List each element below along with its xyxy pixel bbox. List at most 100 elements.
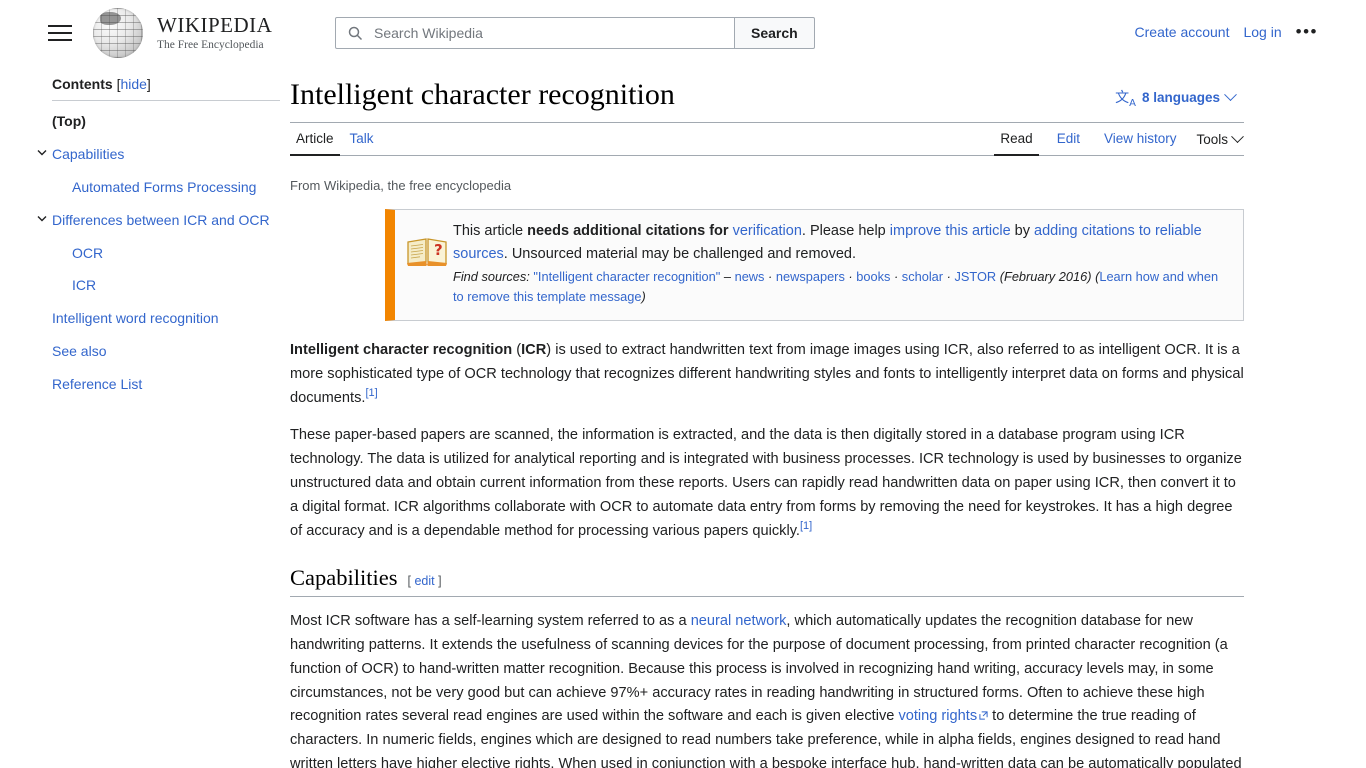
wikipedia-globe-icon [93,8,143,58]
separator: · [946,268,951,284]
source-scholar-link[interactable]: scholar [902,269,943,284]
language-count-label: 8 languages [1141,90,1220,106]
toc-item-automated-forms-processing[interactable]: Automated Forms Processing [52,171,280,204]
verification-link[interactable]: verification [733,223,802,239]
open-book-question-icon: ? [401,220,453,268]
tab-talk[interactable]: Talk [344,125,380,156]
chevron-down-icon[interactable] [36,146,48,158]
source-newspapers-link[interactable]: newspapers [776,269,845,284]
more-options-icon[interactable]: ••• [1296,23,1318,40]
toc-item-label[interactable]: Capabilities [52,146,124,162]
toc-item-label[interactable]: ICR [72,277,96,293]
voting-rights-link[interactable]: voting rights [898,708,977,724]
article-body: Intelligent character recognition (ICR) … [290,339,1244,768]
neural-network-link[interactable]: neural network [691,613,787,629]
toc-item-top[interactable]: (Top) [52,105,280,138]
translate-icon: 文A [1115,90,1136,109]
citation-notice-box: ? This article needs additional citation… [385,208,1244,322]
section-title: Capabilities [290,565,398,591]
section-heading-capabilities: Capabilities [ edit ] [290,565,1244,598]
separator: · [848,268,853,284]
notice-seg-3: by [1010,222,1035,239]
section-edit-link[interactable]: edit [414,574,434,588]
improve-article-link[interactable]: improve this article [890,223,1011,239]
source-news-link[interactable]: news [735,269,765,284]
separator: · [893,268,899,284]
chevron-down-icon [1231,130,1244,143]
toc-item-label[interactable]: Intelligent word recognition [52,310,219,326]
citation-notice-main: This article needs additional citations … [453,220,1231,266]
toc-bracket-close: ] [146,76,151,92]
cap-seg-1: Most ICR software has a self-learning sy… [290,613,691,630]
toc-item-label[interactable]: Automated Forms Processing [72,179,256,195]
toc-hide-link[interactable]: hide [120,76,146,92]
toc-hide-wrapper: [hide] [117,76,151,92]
site-header: Wikipedia The Free Encyclopedia Search C… [0,0,1366,66]
article-tabs-row: Article Talk Read Edit View history Tool… [290,123,1244,156]
page-body: Contents [hide] (Top) Capabilities Autom… [0,66,1366,768]
user-links: Create account Log in ••• [1135,23,1318,40]
toc-item-icr[interactable]: ICR [52,269,280,302]
notice-date: (February 2016) [999,268,1092,284]
toc-item-intelligent-word-recognition[interactable]: Intelligent word recognition [52,302,280,335]
paragraph-two: These paper-based papers are scanned, th… [290,424,1244,543]
notice-bold: needs additional citations for [527,222,733,239]
main-menu-button[interactable] [48,19,76,47]
toc-item-capabilities[interactable]: Capabilities [37,138,280,171]
reference-link[interactable]: [1] [365,387,377,399]
language-selector-button[interactable]: 文A 8 languages [1106,80,1244,116]
source-jstor-link[interactable]: JSTOR [954,269,996,284]
tab-read[interactable]: Read [994,125,1039,156]
source-books-link[interactable]: books [856,269,890,284]
reference-link[interactable]: [1] [800,520,812,532]
log-in-link[interactable]: Log in [1243,24,1281,40]
notice-seg-2: . Please help [801,222,890,239]
edit-bracket-close: ] [438,574,442,589]
tab-view-history[interactable]: View history [1098,125,1183,156]
search-bar: Search [335,17,815,49]
toc-heading: Contents [hide] [52,76,280,101]
toc-item-reference-list[interactable]: Reference List [52,368,280,401]
search-button[interactable]: Search [735,17,815,49]
table-of-contents: Contents [hide] (Top) Capabilities Autom… [0,76,290,768]
external-link-icon [979,705,988,721]
reference-marker[interactable]: [1] [800,520,812,532]
toc-item-differences-between-icr-and-ocr[interactable]: Differences between ICR and OCR [37,204,280,237]
tools-menu-button[interactable]: Tools [1194,126,1244,155]
wordmark-tagline: The Free Encyclopedia [157,38,264,51]
paragraph-two-text: These paper-based papers are scanned, th… [290,427,1242,539]
notice-seg-4: . Unsourced material may be challenged a… [503,245,857,262]
notice-seg-1: This article [453,222,528,239]
search-input[interactable] [372,24,722,42]
toc-item-label[interactable]: See also [52,343,106,359]
abbrev-open: ( [512,342,522,359]
hamburger-bar [48,39,72,41]
toc-item-see-also[interactable]: See also [52,335,280,368]
citation-notice-text: This article needs additional citations … [453,220,1231,308]
learn-paren-close: ) [641,289,646,305]
toc-item-label[interactable]: OCR [72,245,103,261]
wikipedia-logo-link[interactable]: Wikipedia The Free Encyclopedia [93,8,272,58]
paragraph-capabilities: Most ICR software has a self-learning sy… [290,610,1244,768]
source-query-link[interactable]: "Intelligent character recognition" [533,269,720,284]
chevron-down-icon[interactable] [36,212,48,224]
toc-item-ocr[interactable]: OCR [52,237,280,270]
article-content: Intelligent character recognition 文A 8 l… [290,76,1300,768]
namespace-tabs: Article Talk [290,125,380,156]
hamburger-bar [48,32,72,34]
toc-heading-label: Contents [52,76,113,92]
toc-item-label[interactable]: Differences between ICR and OCR [52,212,270,228]
svg-text:?: ? [434,241,443,259]
toc-list: (Top) Capabilities Automated Forms Proce… [37,105,280,401]
hamburger-bar [48,25,72,27]
find-sources-label: Find sources: [453,268,530,284]
reference-marker[interactable]: [1] [365,387,377,399]
create-account-link[interactable]: Create account [1135,24,1230,40]
search-field-wrapper [335,17,735,49]
edit-bracket-open: [ [407,574,411,589]
tools-label: Tools [1196,131,1228,147]
lead-term: Intelligent character recognition [290,342,513,359]
toc-item-label[interactable]: Reference List [52,376,142,392]
tab-edit[interactable]: Edit [1051,125,1086,156]
tab-article[interactable]: Article [290,125,340,156]
